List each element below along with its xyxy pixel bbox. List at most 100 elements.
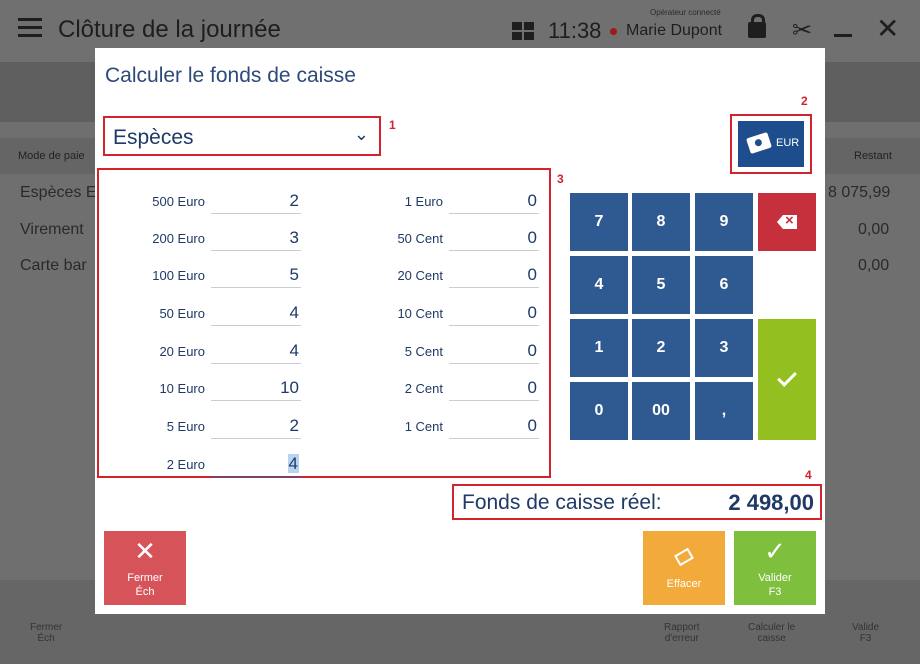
- grid-icon[interactable]: [512, 22, 534, 40]
- key-comma[interactable]: ,: [695, 382, 753, 440]
- bg-btn-line: Éch: [37, 633, 55, 644]
- denom-input[interactable]: 0: [449, 190, 539, 214]
- total-panel: Fonds de caisse réel: 2 498,00: [452, 484, 822, 520]
- denom-label: 50 Cent: [397, 231, 443, 246]
- background-row-label: Virement: [20, 221, 84, 238]
- denom-label: 20 Euro: [159, 344, 205, 359]
- denom-input[interactable]: 0: [449, 264, 539, 288]
- denom-label: 20 Cent: [397, 268, 443, 283]
- background-validate-button: Valide F3: [852, 622, 879, 644]
- validate-button-label: Valider: [758, 572, 792, 584]
- backspace-button[interactable]: [758, 193, 816, 251]
- key-00[interactable]: 00: [632, 382, 690, 440]
- denom-input[interactable]: 0: [449, 227, 539, 251]
- backspace-icon: [777, 215, 797, 229]
- denom-label: 1 Euro: [404, 194, 443, 209]
- close-icon[interactable]: ✕: [876, 12, 899, 45]
- chevron-down-icon: ⌄: [353, 124, 369, 144]
- status-dot-icon: [610, 28, 617, 35]
- denom-label: 10 Euro: [159, 381, 205, 396]
- key-3[interactable]: 3: [695, 319, 753, 377]
- bg-btn-line: caisse: [757, 633, 786, 644]
- denom-input[interactable]: 2: [211, 190, 301, 214]
- annotation-2: 2: [801, 94, 808, 108]
- dialog-title: Calculer le fonds de caisse: [105, 64, 356, 87]
- close-button-label: Fermer: [127, 572, 163, 584]
- currency-button[interactable]: EUR: [738, 121, 804, 167]
- denom-input[interactable]: 3: [211, 227, 301, 251]
- denom-label: 1 Cent: [404, 419, 443, 434]
- app-title: Clôture de la journée: [58, 16, 281, 43]
- validate-button[interactable]: ✓ Valider F3: [734, 531, 816, 605]
- denom-label: 5 Euro: [166, 419, 205, 434]
- key-5[interactable]: 5: [632, 256, 690, 314]
- key-9[interactable]: 9: [695, 193, 753, 251]
- key-1[interactable]: 1: [570, 319, 628, 377]
- annotation-3: 3: [557, 172, 564, 186]
- key-6[interactable]: 6: [695, 256, 753, 314]
- annotation-1: 1: [389, 118, 396, 132]
- background-row-value: 0,00: [858, 257, 890, 274]
- cash-fund-dialog: Calculer le fonds de caisse Espèces ⌄ 1 …: [95, 48, 825, 614]
- denom-input-active[interactable]: 4: [211, 453, 301, 477]
- denominations-panel: 500 Euro 2 200 Euro 3 100 Euro 5 50 Euro…: [97, 168, 551, 478]
- currency-label: EUR: [776, 137, 800, 149]
- bg-btn-line: Rapport: [664, 622, 700, 633]
- denom-input[interactable]: 2: [211, 415, 301, 439]
- close-x-icon: ✕: [134, 536, 156, 566]
- total-label: Fonds de caisse réel:: [462, 491, 662, 514]
- key-2[interactable]: 2: [632, 319, 690, 377]
- close-button-shortcut: Éch: [135, 586, 155, 598]
- payment-method-select[interactable]: Espèces ⌄: [103, 116, 381, 156]
- denom-input[interactable]: 0: [449, 302, 539, 326]
- money-icon: [746, 131, 772, 155]
- menu-icon[interactable]: [18, 18, 42, 40]
- key-4[interactable]: 4: [570, 256, 628, 314]
- payment-method-value: Espèces: [113, 126, 194, 149]
- denom-label: 10 Cent: [397, 306, 443, 321]
- bg-btn-line: Fermer: [30, 622, 63, 633]
- key-0[interactable]: 0: [570, 382, 628, 440]
- denom-label: 200 Euro: [152, 231, 205, 246]
- background-close-button: Fermer Éch: [30, 622, 62, 644]
- denom-input[interactable]: 0: [449, 377, 539, 401]
- denom-label: 2 Euro: [166, 457, 205, 472]
- bg-btn-line: Calculer le: [748, 622, 796, 633]
- check-icon: [777, 366, 797, 387]
- validate-button-shortcut: F3: [768, 586, 782, 598]
- denom-input[interactable]: 0: [449, 340, 539, 364]
- denom-input[interactable]: 0: [449, 415, 539, 439]
- background-calc-button: Calculer le caisse: [748, 622, 795, 644]
- denom-input[interactable]: 4: [211, 302, 301, 326]
- minimize-icon[interactable]: [834, 34, 852, 37]
- check-icon: ✓: [764, 536, 786, 566]
- background-row-value: 0,00: [858, 221, 890, 238]
- bg-btn-line: F3: [859, 633, 872, 644]
- background-col-remaining: Restant: [854, 150, 892, 162]
- key-8[interactable]: 8: [632, 193, 690, 251]
- key-7[interactable]: 7: [570, 193, 628, 251]
- tools-icon[interactable]: ✂: [792, 16, 812, 45]
- background-row-label: Espèces E: [20, 184, 97, 201]
- bg-btn-line: Valide: [852, 622, 880, 633]
- total-value: 2 498,00: [728, 490, 814, 515]
- selected-text: 4: [287, 454, 299, 473]
- denom-label: 5 Cent: [404, 344, 443, 359]
- background-row-label: Carte bar: [20, 257, 87, 274]
- lock-icon[interactable]: [748, 14, 766, 38]
- operator-label: Opérateur connecté: [650, 8, 721, 17]
- close-button[interactable]: ✕ Fermer Éch: [104, 531, 186, 605]
- denom-input[interactable]: 5: [211, 264, 301, 288]
- denom-label: 500 Euro: [152, 194, 205, 209]
- background-col-payment: Mode de paie: [18, 150, 85, 162]
- erase-button[interactable]: Effacer: [643, 531, 725, 605]
- denom-input[interactable]: 10: [211, 377, 301, 401]
- background-row-value: 8 075,99: [828, 184, 891, 201]
- eraser-icon: [643, 531, 725, 567]
- confirm-key[interactable]: [758, 319, 816, 440]
- annotation-4: 4: [805, 468, 812, 482]
- clock: 11:38: [548, 18, 602, 43]
- denom-input[interactable]: 4: [211, 340, 301, 364]
- denom-label: 100 Euro: [152, 268, 205, 283]
- operator-name[interactable]: Marie Dupont: [626, 22, 722, 40]
